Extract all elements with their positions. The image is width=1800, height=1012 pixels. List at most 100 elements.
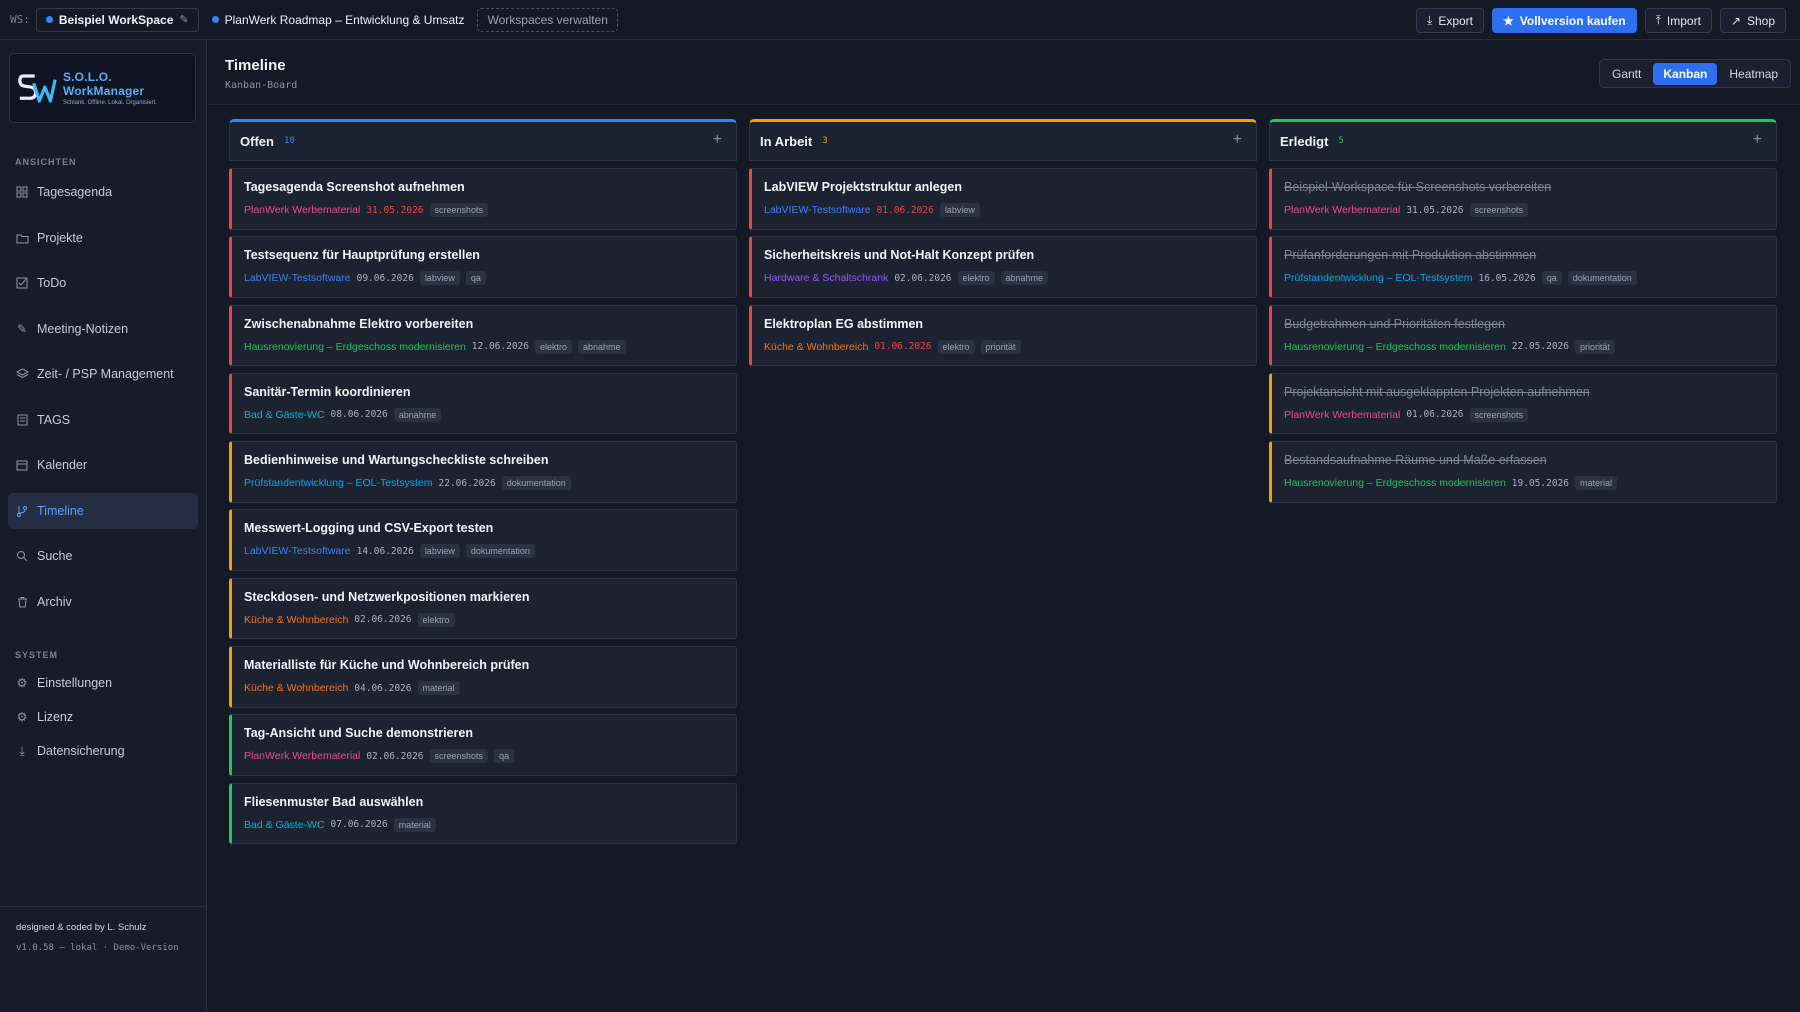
card-tag[interactable]: labview [419,544,460,559]
task-card[interactable]: LabVIEW Projektstruktur anlegen LabVIEW-T… [749,168,1257,230]
sidebar-item-zeit-psp[interactable]: Zeit- / PSP Management [8,356,198,392]
card-title: Bestandsaufnahme Räume und Maße erfassen [1284,453,1547,468]
card-tag[interactable]: abnahme [393,407,442,422]
sidebar-item-einstellungen[interactable]: ⚙ Einstellungen [8,665,198,701]
card-project-link[interactable]: LabVIEW-Testsoftware [244,545,351,557]
gantt-view-button[interactable]: Gantt [1602,63,1651,85]
card-project-link[interactable]: Prüfstandentwicklung – EOL-Testsystem [244,477,433,489]
sidebar-item-suche[interactable]: Suche [8,538,198,574]
download-icon: ⤓ [1427,13,1433,27]
card-project-link[interactable]: Bad & Gäste-WC [244,409,325,421]
project-name: PlanWerk Roadmap – Entwicklung & Umsatz [224,12,465,27]
card-project-link[interactable]: LabVIEW-Testsoftware [764,204,871,216]
project-selector[interactable]: PlanWerk Roadmap – Entwicklung & Umsatz [207,8,470,32]
heatmap-view-button[interactable]: Heatmap [1719,63,1788,85]
card-project-link[interactable]: Hausrenovierung – Erdgeschoss modernisie… [1284,477,1506,489]
import-button[interactable]: ⤒ Import [1644,8,1712,33]
card-tag[interactable]: screenshots [429,203,489,217]
card-tag[interactable]: elektro [957,271,995,286]
card-tag[interactable]: priorität [980,339,1021,354]
card-project-link[interactable]: Küche & Wohnbereich [244,614,348,626]
card-project-link[interactable]: PlanWerk Werbematerial [1284,409,1400,421]
sidebar-item-label: Lizenz [37,710,74,724]
buy-full-version-button[interactable]: ★ Vollversion kaufen [1492,8,1637,33]
task-card[interactable]: Budgetrahmen und Prioritäten festlegen Ha… [1269,304,1777,367]
task-card[interactable]: Sanitär-Termin koordinieren Bad & Gäste-W… [229,372,737,435]
kanban-view-button[interactable]: Kanban [1653,62,1718,85]
task-card[interactable]: Bestandsaufnahme Räume und Maße erfassen… [1269,441,1777,503]
sidebar-item-kalender[interactable]: Kalender [8,447,198,483]
card-tag[interactable]: dokumentation [465,544,535,559]
card-project-link[interactable]: Küche & Wohnbereich [244,682,348,694]
add-card-icon[interactable]: + [1753,131,1762,149]
sidebar-item-todo[interactable]: ToDo [8,265,198,301]
sidebar: S.O.L.O. WorkManager Schlank. Offline. L… [0,40,207,1012]
sidebar-item-projekte[interactable]: Projekte [8,220,198,256]
logo-title: S.O.L.O. WorkManager [62,70,145,98]
card-tag[interactable]: elektro [535,339,573,354]
task-card[interactable]: Zwischenabnahme Elektro vorbereiten Hausr… [229,304,737,367]
sidebar-item-label: ToDo [37,276,67,290]
sidebar-item-lizenz[interactable]: ⚙ Lizenz [8,699,198,735]
workspace-selector[interactable]: Beispiel WorkSpace ✎ [35,7,199,32]
task-card[interactable]: Elektroplan EG abstimmen Küche & Wohnbere… [749,304,1257,367]
card-tag[interactable]: elektro [937,339,975,354]
card-tag[interactable]: screenshots [1469,407,1529,422]
task-card[interactable]: Projektansicht mit ausgeklappten Projekt… [1269,372,1777,435]
card-tag[interactable]: material [417,681,460,696]
task-card[interactable]: Prüfanforderungen mit Produktion abstimm… [1269,236,1777,298]
card-tag[interactable]: qa [1541,271,1562,286]
task-card[interactable]: Tag-Ansicht und Suche demonstrieren PlanW… [229,714,737,776]
card-project-link[interactable]: Hardware & Schaltschrank [764,272,888,284]
task-card[interactable]: Materialliste für Küche und Wohnbereich … [229,646,737,708]
add-card-icon[interactable]: + [713,131,722,149]
card-project-link[interactable]: Bad & Gäste-WC [244,819,325,831]
sidebar-item-timeline[interactable]: Timeline [8,493,198,529]
sidebar-item-meeting-notizen[interactable]: ✎ Meeting-Notizen [8,311,198,347]
card-project-link[interactable]: PlanWerk Werbematerial [244,204,360,216]
shop-button[interactable]: ↗ Shop [1719,8,1786,33]
task-card[interactable]: Testsequenz für Hauptprüfung erstellen La… [229,236,737,298]
pen-icon: ✎ [16,322,28,336]
card-project-link[interactable]: Hausrenovierung – Erdgeschoss modernisie… [1284,341,1506,353]
card-tag[interactable]: qa [465,271,486,286]
card-tag[interactable]: priorität [1575,339,1616,354]
download-icon: ⤓ [19,743,25,758]
task-card[interactable]: Sicherheitskreis und Not-Halt Konzept pr… [749,236,1257,298]
card-project-link[interactable]: LabVIEW-Testsoftware [244,272,351,284]
card-tag[interactable]: screenshots [429,749,489,764]
sidebar-item-datensicherung[interactable]: ⤓ Datensicherung [8,733,198,769]
sidebar-item-tagesagenda[interactable]: Tagesagenda [8,174,198,210]
star-icon: ★ [1503,13,1514,28]
card-tag[interactable]: labview [419,271,460,286]
card-project-link[interactable]: Prüfstandentwicklung – EOL-Testsystem [1284,272,1473,284]
card-tag[interactable]: abnahme [1000,271,1049,286]
card-project-link[interactable]: PlanWerk Werbematerial [1284,204,1400,216]
task-card[interactable]: Beispiel-Workspace für Screenshots vorbe… [1269,168,1777,230]
sidebar-item-tags[interactable]: TAGS [8,402,198,438]
card-tag[interactable]: dokumentation [501,476,571,491]
task-card[interactable]: Messwert-Logging und CSV-Export testen La… [229,509,737,571]
add-card-icon[interactable]: + [1233,131,1242,149]
card-project-link[interactable]: PlanWerk Werbematerial [244,750,360,762]
card-project-link[interactable]: Küche & Wohnbereich [764,341,868,353]
card-tag[interactable]: material [1575,476,1618,491]
card-meta: Prüfstandentwicklung – EOL-Testsystem 16.… [1284,271,1764,286]
card-project-link[interactable]: Hausrenovierung – Erdgeschoss modernisie… [244,341,466,353]
task-card[interactable]: Steckdosen- und Netzwerkpositionen marki… [229,577,737,640]
views-section-heading: ANSICHTEN [15,157,77,167]
task-card[interactable]: Fliesenmuster Bad auswählen Bad & Gäste-W… [229,782,737,845]
card-tag[interactable]: elektro [417,612,455,627]
task-card[interactable]: Tagesagenda Screenshot aufnehmen PlanWerk… [229,168,737,230]
export-button[interactable]: ⤓ Export [1416,8,1484,33]
card-tag[interactable]: screenshots [1469,203,1529,217]
card-tag[interactable]: labview [939,203,980,217]
sidebar-item-archiv[interactable]: Archiv [8,584,198,620]
manage-workspaces-button[interactable]: Workspaces verwalten [477,7,618,32]
card-tag[interactable]: abnahme [578,339,626,354]
card-tag[interactable]: material [393,817,436,832]
edit-pencil-icon[interactable]: ✎ [179,13,188,26]
task-card[interactable]: Bedienhinweise und Wartungscheckliste sc… [229,441,737,503]
card-tag[interactable]: qa [494,749,515,764]
card-tag[interactable]: dokumentation [1567,271,1637,286]
